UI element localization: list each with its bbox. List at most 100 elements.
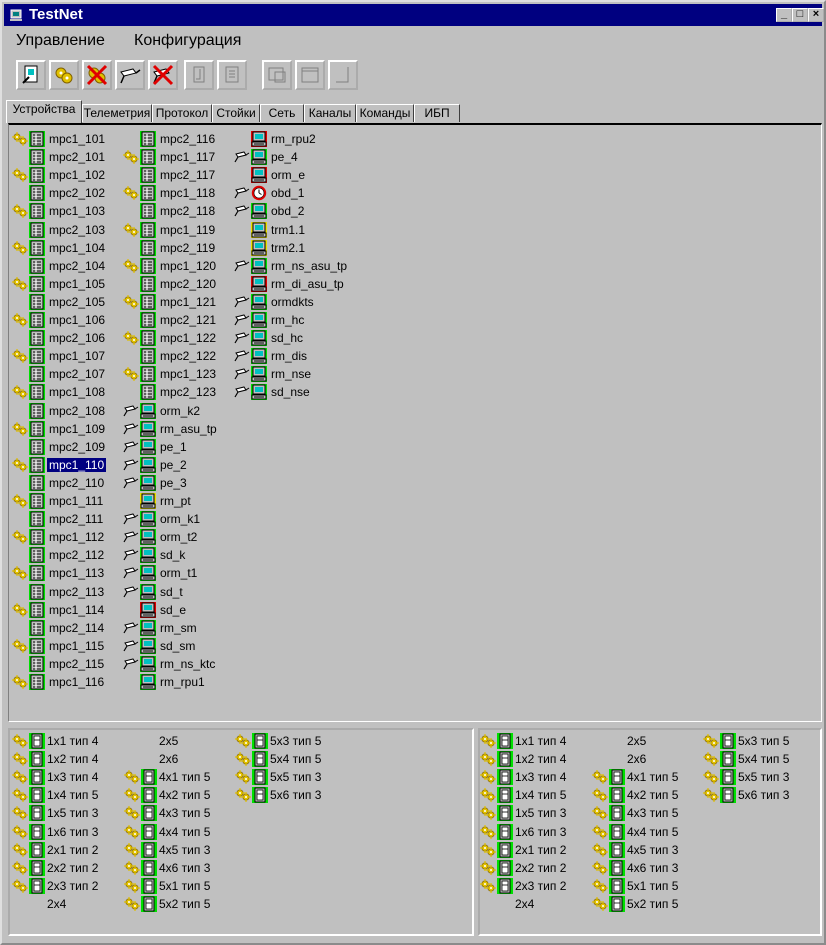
- rack-label: 5x2 тип 5: [627, 896, 679, 911]
- rack-label: 1x2 тип 4: [515, 752, 567, 767]
- tab-6[interactable]: Команды: [356, 104, 414, 122]
- menu-upravlenie[interactable]: Управление: [16, 32, 105, 50]
- menu-konfiguraciya[interactable]: Конфигурация: [134, 32, 241, 50]
- close-button[interactable]: ×: [808, 8, 824, 22]
- status-bar: [4, 938, 822, 944]
- gear-icon: [12, 348, 28, 364]
- window-button[interactable]: [262, 60, 292, 90]
- gear-icon: [592, 896, 608, 912]
- main-window: TestNet _ □ × Управление Конфигурация Ус…: [0, 0, 826, 945]
- device-label: obd_2: [271, 204, 305, 219]
- rack-label: 1x3 тип 4: [515, 770, 567, 785]
- doc-button[interactable]: [184, 60, 214, 90]
- window-title: TestNet: [29, 6, 83, 23]
- rack-label: 1x5 тип 3: [47, 806, 99, 821]
- gear-icon: [12, 203, 28, 219]
- comm-icon: [234, 258, 250, 274]
- tab-4[interactable]: Сеть: [260, 104, 304, 122]
- gear-icon: [592, 787, 608, 803]
- computer-online-icon: [251, 293, 267, 310]
- controller-icon: [140, 149, 156, 166]
- gear-button[interactable]: [49, 60, 79, 90]
- window3-button[interactable]: [328, 60, 358, 90]
- comm-icon: [234, 294, 250, 310]
- device-label: mpc2_118: [160, 204, 216, 219]
- computer-warning-icon: [251, 239, 267, 256]
- rack-icon: [497, 733, 513, 749]
- tab-5[interactable]: Каналы: [304, 104, 356, 122]
- rack-label: 1x5 тип 3: [515, 806, 567, 821]
- device-label: mpc2_111: [49, 512, 104, 527]
- gear-icon: [12, 805, 28, 821]
- controller-icon: [29, 565, 45, 582]
- computer-online-icon: [140, 565, 156, 582]
- gear-icon: [480, 860, 496, 876]
- rack-label: 1x4 тип 5: [47, 788, 99, 803]
- rack-label: 1x1 тип 4: [515, 734, 567, 748]
- controller-icon: [140, 221, 156, 238]
- rack-label: 2x5: [159, 734, 179, 748]
- computer-error-icon: [251, 167, 267, 184]
- device-label: trm1.1: [271, 222, 306, 237]
- gear-icon: [124, 896, 140, 912]
- rack-icon: [29, 733, 45, 749]
- tab-0[interactable]: Устройства: [6, 100, 82, 123]
- tab-2[interactable]: Протокол: [152, 104, 212, 122]
- device-label: mpc1_116: [49, 675, 105, 689]
- stop-comm-button[interactable]: [148, 60, 178, 90]
- rack-label: 5x1 тип 5: [159, 878, 211, 893]
- rack-icon: [29, 877, 45, 894]
- window2-button[interactable]: [295, 60, 325, 90]
- comm-icon: [123, 475, 139, 491]
- controller-icon: [29, 330, 45, 347]
- device-label: mpc1_104: [49, 240, 106, 255]
- computer-online-icon: [251, 330, 267, 347]
- title-bar[interactable]: TestNet _ □ ×: [4, 4, 824, 26]
- rack-icon: [141, 787, 157, 804]
- gear-icon: [480, 878, 496, 894]
- gear-icon: [124, 787, 140, 803]
- comm-icon: [234, 384, 250, 400]
- comm-icon: [123, 547, 139, 563]
- maximize-button[interactable]: □: [792, 8, 808, 22]
- controller-icon: [140, 312, 156, 328]
- tab-3[interactable]: Стойки: [212, 104, 260, 122]
- computer-online-icon: [251, 384, 267, 401]
- rack-label: 2x5: [627, 734, 647, 748]
- controller-icon: [29, 674, 45, 690]
- gear-icon: [124, 860, 140, 876]
- controller-icon: [29, 420, 45, 437]
- stop-gear-button[interactable]: [82, 60, 112, 90]
- device-label: rm_asu_tp: [160, 421, 217, 436]
- rack-icon: [29, 841, 45, 858]
- computer-online-icon: [140, 619, 156, 636]
- tab-7[interactable]: ИБП: [414, 104, 460, 122]
- device-label: mpc1_107: [49, 349, 106, 364]
- device-label: rm_ns_ktc: [160, 656, 216, 671]
- gear-icon: [123, 258, 139, 274]
- controller-icon: [29, 493, 45, 509]
- device-label: mpc1_122: [160, 331, 217, 346]
- minimize-button[interactable]: _: [776, 8, 792, 22]
- connect-button[interactable]: [16, 60, 46, 90]
- rack-label: 4x5 тип 3: [627, 842, 679, 857]
- computer-error-icon: [251, 131, 267, 147]
- computer-online-icon: [251, 257, 267, 274]
- rack-icon: [252, 751, 268, 768]
- device-label: mpc1_103: [49, 204, 106, 219]
- rack-icon: [609, 805, 625, 822]
- rack-label: 5x2 тип 5: [159, 896, 211, 911]
- comm-icon: [234, 149, 250, 165]
- comm-button[interactable]: [115, 60, 145, 90]
- rack-icon: [497, 841, 513, 858]
- computer-online-icon: [140, 420, 156, 437]
- maximize-icon: □: [796, 8, 804, 20]
- device-label: rm_dis: [271, 349, 308, 364]
- device-label: sd_t: [160, 584, 183, 599]
- computer-online-icon: [140, 402, 156, 419]
- gear-icon: [235, 751, 251, 767]
- list-button[interactable]: [217, 60, 247, 90]
- rack-label: 5x4 тип 5: [738, 752, 790, 767]
- tab-1[interactable]: Телеметрия: [82, 104, 152, 122]
- rack-icon: [141, 769, 157, 786]
